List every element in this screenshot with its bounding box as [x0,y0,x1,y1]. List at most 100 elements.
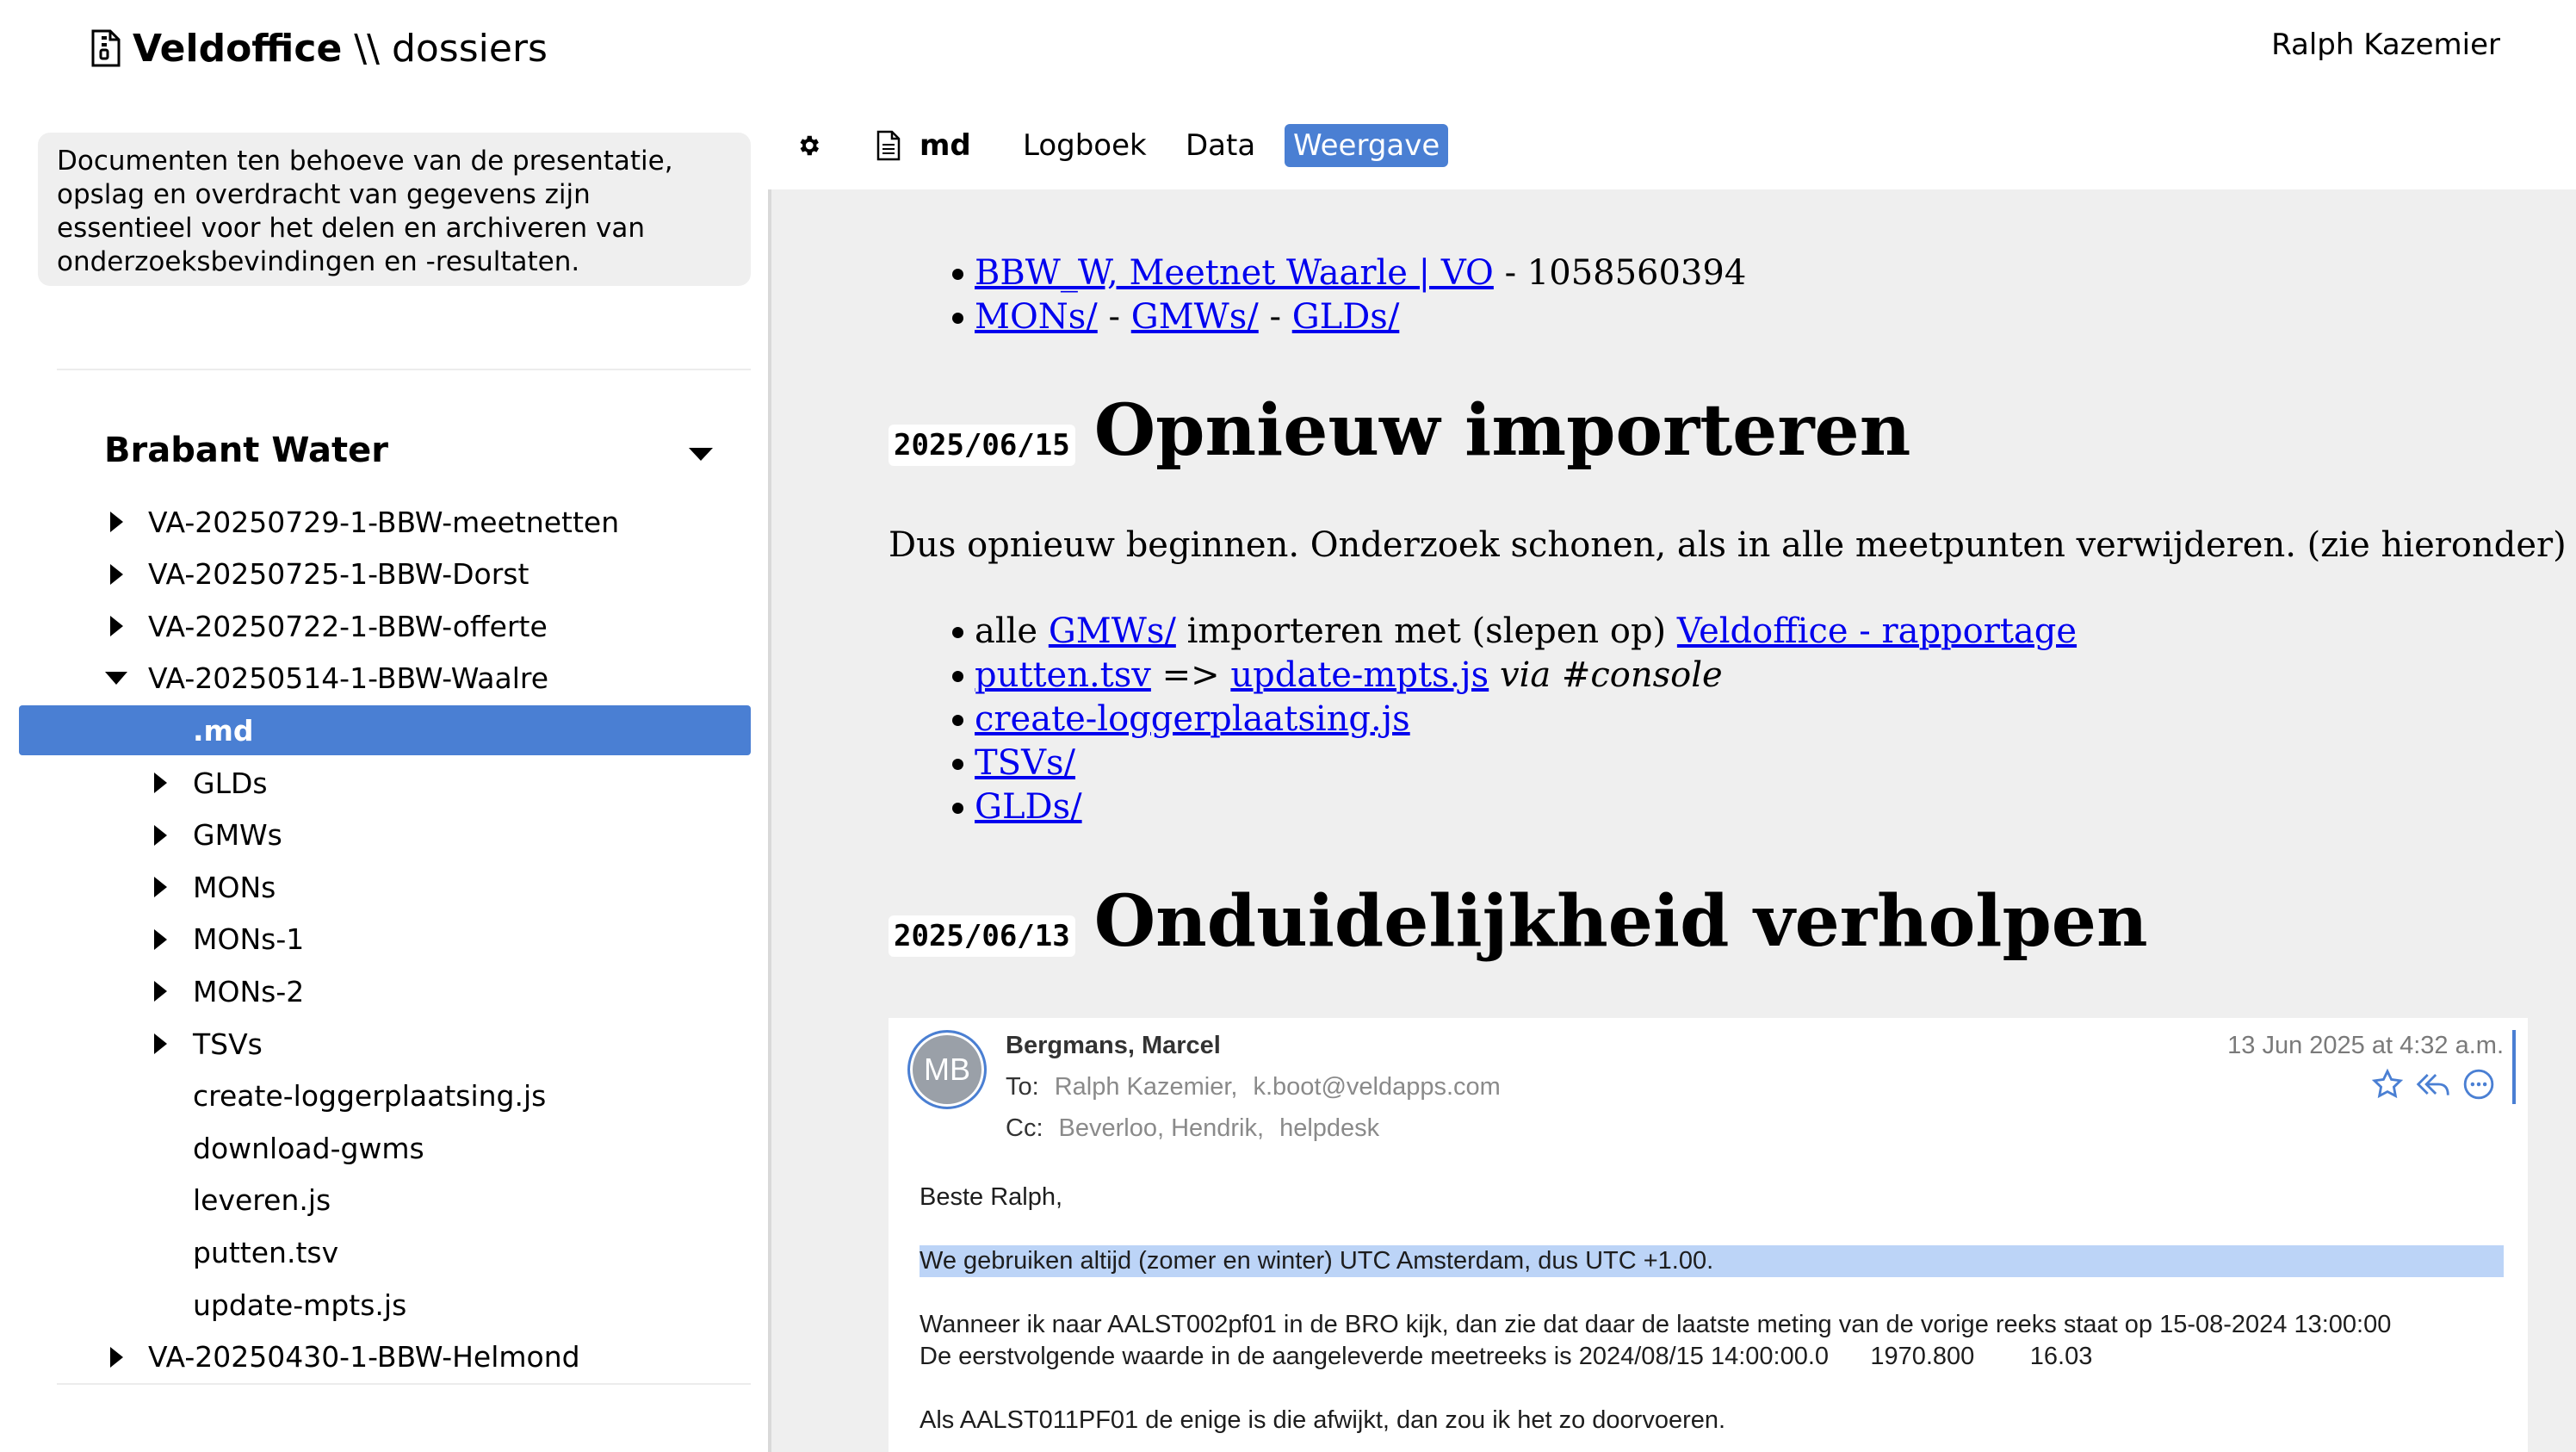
steps-list: alle GMWs/ importeren met (slepen op) Ve… [951,610,2077,829]
putten-link[interactable]: putten.tsv [975,655,1151,695]
email-date: 13 Jun 2025 at 4:32 a.m. [2227,1032,2504,1059]
reply-all-icon[interactable] [2414,1068,2452,1101]
tree-item[interactable]: leveren.js [0,1176,751,1226]
divider [57,1383,751,1385]
chevron-right-icon[interactable] [110,512,123,532]
tree-item[interactable]: VA-20250430-1-BBW-Helmond [0,1332,751,1382]
chevron-right-icon[interactable] [154,928,167,950]
list-item: MONs/ - GMWs/ - GLDs/ [951,295,1746,339]
chevron-right-icon[interactable] [154,773,167,793]
tree-item[interactable]: GMWs [0,810,751,860]
glds-link[interactable]: GLDs/ [975,787,1082,827]
gmws-link[interactable]: GMWs/ [1049,611,1176,651]
app-brand: Veldoffice [133,26,343,71]
email-from: Bergmans, Marcel [1006,1032,1221,1059]
app-section: dossiers [391,26,548,71]
tree-item[interactable]: VA-20250729-1-BBW-meetnetten [0,497,751,547]
email-body: Beste Ralph, We gebruiken altijd (zomer … [920,1182,2504,1436]
date-badge: 2025/06/15 [889,425,1075,466]
file-zipper-icon [91,29,121,67]
tree-item[interactable]: VA-20250722-1-BBW-offerte [0,601,751,651]
chevron-right-icon[interactable] [154,1033,167,1054]
settings-button[interactable] [796,124,821,167]
tree-item-label: create-loggerplaatsing.js [193,1079,547,1114]
tree-item[interactable]: TSVs [0,1019,751,1069]
tree-item[interactable]: VA-20250725-1-BBW-Dorst [0,549,751,599]
avatar: MB [907,1030,987,1109]
tab-weergave[interactable]: Weergave [1285,124,1449,167]
tab-data[interactable]: Data [1186,124,1255,167]
app-title: Veldoffice \\ dossiers [91,22,548,74]
tree-item-label: putten.tsv [193,1235,339,1269]
email-line: Wanneer ik naar AALST002pf01 in de BRO k… [920,1311,2392,1338]
recipient[interactable]: helpdesk [1279,1114,1379,1142]
text: alle [975,611,1049,651]
recipient[interactable]: Beverloo, Hendrik, [1059,1114,1265,1142]
tree-item[interactable]: GLDs [0,758,751,808]
text: importeren met (slepen op) [1175,611,1677,651]
chevron-right-icon[interactable] [110,563,123,585]
tsvs-link[interactable]: TSVs/ [975,743,1075,783]
list-item: create-loggerplaatsing.js [951,698,2077,742]
date-badge: 2025/06/13 [889,915,1075,957]
more-icon[interactable] [2462,1068,2495,1101]
user-name[interactable]: Ralph Kazemier [2271,28,2500,62]
rapportage-link[interactable]: Veldoffice - rapportage [1677,611,2077,651]
chevron-down-icon[interactable] [105,672,127,686]
tree-item[interactable]: VA-20250514-1-BBW-Waalre [0,654,751,704]
glds-link[interactable]: GLDs/ [1292,297,1400,337]
tree-item-label: VA-20250430-1-BBW-Helmond [148,1340,580,1374]
chevron-right-icon[interactable] [154,877,167,898]
star-icon[interactable] [2371,1068,2404,1101]
paragraph: Dus opnieuw beginnen. Onderzoek schonen,… [889,525,2567,565]
link-separator: - [1258,297,1292,337]
tree-item[interactable]: MONs [0,862,751,912]
tree-item[interactable]: download-gwms [0,1123,751,1173]
tree-item[interactable]: MONs-1 [0,915,751,965]
email-actions [2371,1068,2495,1101]
chevron-right-icon[interactable] [154,981,167,1002]
tree-item[interactable]: create-loggerplaatsing.js [0,1071,751,1121]
tree-item-selected[interactable]: .md [19,705,751,756]
to-label: To: [1006,1073,1039,1101]
meetnet-link[interactable]: BBW_W, Meetnet Waarle | VO [975,253,1494,293]
tree-item[interactable]: update-mpts.js [0,1280,751,1330]
highlighted-text: We gebruiken altijd (zomer en winter) UT… [920,1245,2504,1277]
recipient[interactable]: Ralph Kazemier, [1055,1073,1238,1101]
chevron-right-icon[interactable] [154,824,167,846]
email-line: De eerstvolgende waarde in de aangelever… [920,1343,2093,1370]
update-mpts-link[interactable]: update-mpts.js [1230,655,1489,695]
mons-link[interactable]: MONs/ [975,297,1098,337]
tree-item-label: GMWs [193,818,282,853]
email-cc: Cc: Beverloo, Hendrik, helpdesk [1006,1114,1379,1143]
tree-item[interactable]: MONs-2 [0,966,751,1016]
section-heading: 2025/06/15 Opnieuw importeren [889,389,1910,472]
meetnet-id: - 1058560394 [1493,253,1747,293]
tab-logboek[interactable]: Logboek [1023,124,1147,167]
tree-item-label: MONs [193,870,276,904]
document-view: BBW_W, Meetnet Waarle | VO - 1058560394 … [771,189,2576,1452]
toolbar: md Logboek Data Weergave [771,112,2576,188]
tree-item-label: MONs-2 [193,974,305,1008]
recipient[interactable]: k.boot@veldapps.com [1253,1073,1500,1101]
tree-item-label: update-mpts.js [193,1288,407,1322]
text: => [1150,655,1231,695]
list-item: TSVs/ [951,742,2077,785]
list-item: BBW_W, Meetnet Waarle | VO - 1058560394 [951,251,1747,295]
sidebar-note: Documenten ten behoeve van de presentati… [38,133,751,286]
tree-item-label: MONs-1 [193,922,305,957]
create-loggerplaatsing-link[interactable]: create-loggerplaatsing.js [975,699,1410,739]
tree-item-label: VA-20250729-1-BBW-meetnetten [148,505,620,539]
email-greeting: Beste Ralph, [920,1183,1063,1211]
chevron-down-icon[interactable] [689,448,713,461]
tree-item[interactable]: putten.tsv [0,1227,751,1277]
group-title: Brabant Water [104,431,389,470]
chevron-right-icon[interactable] [110,1346,123,1368]
list-item: alle GMWs/ importeren met (slepen op) Ve… [951,610,2077,654]
email-card: MB Bergmans, Marcel 13 Jun 2025 at 4:32 … [889,1018,2528,1452]
email-to: To: Ralph Kazemier, k.boot@veldapps.com [1006,1073,1501,1101]
gmws-link[interactable]: GMWs/ [1131,297,1259,337]
link-separator: - [1097,297,1131,337]
list-item: putten.tsv => update-mpts.js via #consol… [951,654,2077,698]
chevron-right-icon[interactable] [110,616,123,637]
